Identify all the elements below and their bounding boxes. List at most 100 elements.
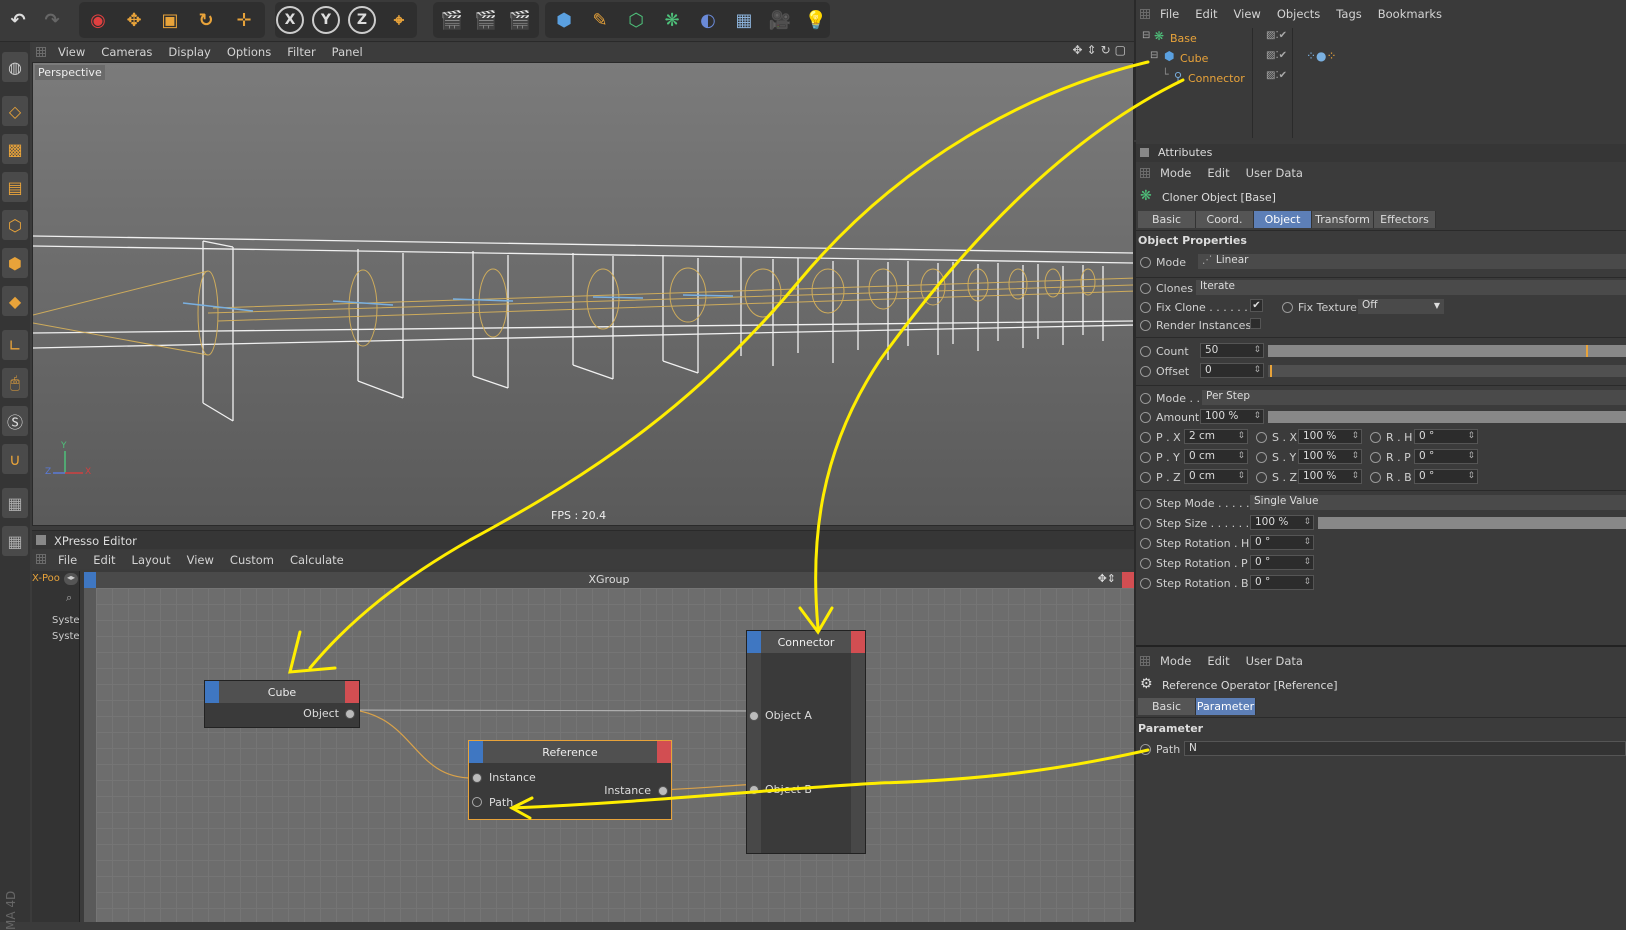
cube-primitive-icon[interactable]: ⬢ <box>548 3 580 37</box>
object-row-cube[interactable]: ⊟ ⬢ Cube ▨⁚✔ ⁘●⁘ <box>1142 49 1622 68</box>
animate-icon[interactable] <box>1140 497 1151 509</box>
viewport-menu-display[interactable]: Display <box>160 45 218 59</box>
tab-coord[interactable]: Coord. <box>1196 211 1254 228</box>
px-field[interactable]: 2 cm <box>1184 429 1248 444</box>
pool-search-icon[interactable]: ⌕ <box>66 591 72 605</box>
step-rotation-h-field[interactable]: 0 ° <box>1250 535 1314 550</box>
magnet-icon[interactable]: ∪ <box>2 444 28 474</box>
move-tool-icon[interactable]: ✥ <box>118 3 150 37</box>
step-rotation-b-field[interactable]: 0 ° <box>1250 575 1314 590</box>
xpresso-grip-icon[interactable] <box>36 554 46 564</box>
cube-node[interactable]: Cube Object <box>204 680 360 728</box>
animate-icon[interactable] <box>1140 577 1151 589</box>
xpresso-menu-custom[interactable]: Custom <box>222 553 282 567</box>
animate-icon[interactable] <box>1140 517 1151 529</box>
offset-slider[interactable] <box>1268 365 1626 377</box>
path-field[interactable]: N <box>1184 741 1626 756</box>
clones-dropdown[interactable]: Iterate <box>1196 280 1626 295</box>
animate-icon[interactable] <box>1140 743 1151 755</box>
globe-icon[interactable]: ◍ <box>2 52 28 82</box>
amount-field[interactable]: 100 % <box>1200 409 1264 424</box>
tab-object[interactable]: Object <box>1254 211 1312 228</box>
sz-field[interactable]: 100 % <box>1298 469 1362 484</box>
axis-mode-icon[interactable]: ∟ <box>2 330 28 360</box>
reference-path-in-port[interactable] <box>472 797 482 807</box>
attributes-menu-userdata[interactable]: User Data <box>1238 166 1311 180</box>
object-row-connector[interactable]: └ ⚲ Connector ▨⁚✔ <box>1142 68 1622 88</box>
step-rotation-p-field[interactable]: 0 ° <box>1250 555 1314 570</box>
object-manager-grip-icon[interactable] <box>1140 9 1150 19</box>
tab-transform[interactable]: Transform <box>1312 211 1374 228</box>
rotate-tool-icon[interactable]: ↻ <box>190 3 222 37</box>
mode-dropdown[interactable]: ⋰ Linear <box>1198 254 1626 269</box>
animate-icon[interactable] <box>1140 451 1151 463</box>
xpresso-menu-layout[interactable]: Layout <box>124 553 179 567</box>
cube-node-object-port[interactable] <box>345 709 355 719</box>
animate-icon[interactable] <box>1140 282 1151 294</box>
connector-node-output-cap[interactable] <box>851 631 865 653</box>
reference-instance-out-port[interactable] <box>658 786 668 796</box>
expand-icon[interactable]: ⊟ <box>1142 30 1150 41</box>
pool-toggle-icon[interactable]: ◂▸ <box>64 573 78 585</box>
viewport-menu-panel[interactable]: Panel <box>324 45 371 59</box>
animate-icon[interactable] <box>1256 471 1267 483</box>
step-size-slider[interactable] <box>1318 517 1626 529</box>
py-field[interactable]: 0 cm <box>1184 449 1248 464</box>
connector-object-a-port[interactable] <box>749 711 759 721</box>
deformer-icon[interactable]: ◐ <box>692 3 724 37</box>
object-row-base[interactable]: ⊟ ❋ Base ▨⁚✔ <box>1142 29 1622 48</box>
animate-icon[interactable] <box>1256 451 1267 463</box>
reference-node-input-cap[interactable] <box>469 741 483 763</box>
animate-icon[interactable] <box>1140 319 1151 331</box>
cube-node-input-cap[interactable] <box>205 681 219 703</box>
xpresso-pool-tab[interactable]: X-Poo <box>32 573 60 584</box>
animate-icon[interactable] <box>1370 451 1381 463</box>
ref-menu-mode[interactable]: Mode <box>1152 654 1199 668</box>
pen-spline-icon[interactable]: ✎ <box>584 3 616 37</box>
world-coordinates-icon[interactable]: ⌖ <box>383 3 415 37</box>
animate-icon[interactable] <box>1140 392 1151 404</box>
rh-field[interactable]: 0 ° <box>1414 429 1478 444</box>
attributes-menu-edit[interactable]: Edit <box>1199 166 1237 180</box>
polygon-mode-icon[interactable]: ◆ <box>2 286 28 316</box>
reference-instance-in-port[interactable] <box>472 773 482 783</box>
object-name-cube[interactable]: Cube <box>1180 52 1208 65</box>
render-instances-checkbox[interactable] <box>1250 318 1261 329</box>
objects-menu-bookmarks[interactable]: Bookmarks <box>1370 7 1450 21</box>
rp-field[interactable]: 0 ° <box>1414 449 1478 464</box>
objects-menu-file[interactable]: File <box>1152 7 1187 21</box>
animate-icon[interactable] <box>1140 301 1151 313</box>
pz-field[interactable]: 0 cm <box>1184 469 1248 484</box>
animate-icon[interactable] <box>1140 557 1151 569</box>
point-mode-icon[interactable]: ⬡ <box>2 210 28 240</box>
animate-icon[interactable] <box>1140 431 1151 443</box>
visibility-toggle-icon[interactable]: ▨⁚✔ <box>1266 50 1287 61</box>
ref-menu-userdata[interactable]: User Data <box>1238 654 1311 668</box>
object-name-connector[interactable]: Connector <box>1188 72 1245 85</box>
attributes-menu-mode[interactable]: Mode <box>1152 166 1199 180</box>
edge-mode-icon[interactable]: ⬢ <box>2 248 28 278</box>
grid-icon[interactable]: ▦ <box>2 526 28 556</box>
pool-tree-item[interactable]: Syste <box>52 615 80 626</box>
animate-icon[interactable] <box>1140 537 1151 549</box>
render-view-icon[interactable]: 🎬 <box>436 3 468 37</box>
expand-icon[interactable]: ⊟ <box>1150 50 1158 61</box>
viewport-3d[interactable]: Perspective Y Z X FPS : 20.4 <box>32 62 1134 526</box>
viewport-menu-options[interactable]: Options <box>219 45 279 59</box>
step-mode-dropdown[interactable]: Single Value <box>1250 495 1626 510</box>
animate-icon[interactable] <box>1370 431 1381 443</box>
viewport-menu-view[interactable]: View <box>50 45 93 59</box>
cube-node-output-cap[interactable] <box>345 681 359 703</box>
objects-menu-edit[interactable]: Edit <box>1187 7 1225 21</box>
connector-node-input-cap[interactable] <box>747 631 761 653</box>
step-size-field[interactable]: 100 % <box>1250 515 1314 530</box>
xpresso-close-box[interactable] <box>36 535 46 545</box>
texture-mode-icon[interactable]: ▩ <box>2 134 28 164</box>
xpresso-canvas[interactable]: Cube Object Reference Instance Path Inst… <box>84 588 1134 922</box>
tab-basic[interactable]: Basic <box>1138 211 1196 228</box>
object-name-base[interactable]: Base <box>1170 32 1197 45</box>
render-settings-icon[interactable]: 🎬 <box>504 3 536 37</box>
scale-tool-icon[interactable]: ▣ <box>154 3 186 37</box>
ref-grip-icon[interactable] <box>1140 656 1150 666</box>
fix-texture-dropdown[interactable]: Off ▼ <box>1358 299 1444 314</box>
